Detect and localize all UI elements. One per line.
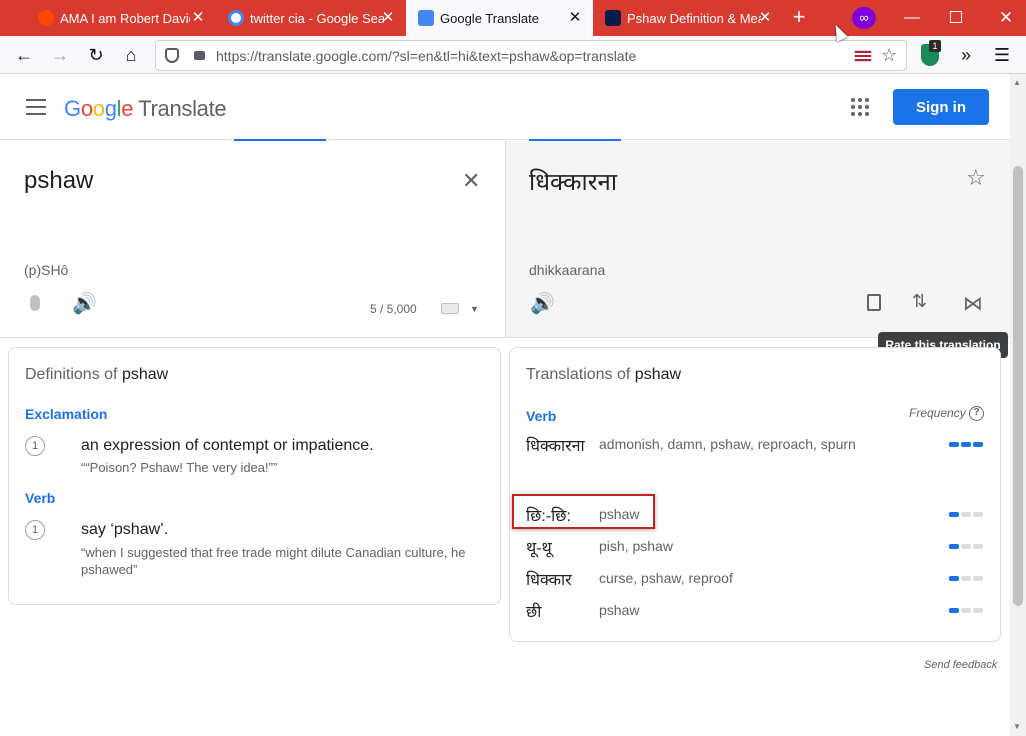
translation-synonyms[interactable]: curse, pshaw, reproof <box>599 570 733 586</box>
apps-grid-icon[interactable] <box>851 98 869 116</box>
clear-source-icon[interactable]: ✕ <box>462 168 480 194</box>
dictionary-icon <box>605 10 621 26</box>
browser-tab-dictionary[interactable]: Pshaw Definition & Mean ✕ <box>593 0 783 36</box>
reload-icon[interactable]: ↻ <box>82 41 110 69</box>
browser-nav-bar: ← → ↻ ⌂ https://translate.google.com/?sl… <box>0 36 1026 74</box>
send-feedback-link[interactable]: Send feedback <box>924 659 997 671</box>
private-browsing-icon: ∞ <box>852 7 876 29</box>
overflow-chevron-icon[interactable]: » <box>952 41 980 69</box>
maximize-icon[interactable] <box>950 11 962 23</box>
keyboard-dropdown-icon[interactable]: ▼ <box>470 304 479 314</box>
translation-synonyms[interactable]: pshaw <box>599 506 639 522</box>
home-icon[interactable]: ⌂ <box>117 41 145 69</box>
url-text[interactable]: https://translate.google.com/?sl=en&tl=h… <box>216 48 636 64</box>
definition-example: ““Poison? Pshaw! The very idea!”” <box>81 460 278 475</box>
close-tab-icon[interactable]: ✕ <box>565 8 585 28</box>
source-text-input[interactable]: pshaw <box>24 167 93 195</box>
forward-icon[interactable]: → <box>46 41 74 69</box>
frequency-label: Frequency <box>909 406 966 420</box>
keyboard-icon[interactable] <box>441 303 459 314</box>
frequency-bar <box>949 442 983 447</box>
browser-tab-reddit[interactable]: AMA I am Robert David St ✕ <box>26 0 216 36</box>
frequency-bar <box>949 512 983 517</box>
frequency-bar <box>949 544 983 549</box>
listen-source-icon[interactable]: 🔊 <box>72 291 97 316</box>
rate-translation-icon[interactable]: ⇅ <box>912 291 927 312</box>
source-pronunciation: (p)SHô <box>24 262 69 278</box>
translation-word[interactable]: धिक्कार <box>526 568 572 590</box>
definition-number: 1 <box>25 520 45 540</box>
close-tab-icon[interactable]: ✕ <box>378 8 398 28</box>
tab-title: Google Translate <box>440 10 540 26</box>
us-flag-icon[interactable] <box>854 50 872 62</box>
sign-in-button[interactable]: Sign in <box>893 89 989 125</box>
tab-title: Pshaw Definition & Mean <box>627 10 761 26</box>
translation-synonyms[interactable]: pish, pshaw <box>599 538 673 554</box>
logo-product-name: Translate <box>138 96 227 121</box>
pos-verb: Verb <box>25 490 56 506</box>
translation-word[interactable]: धिक्कारना <box>526 434 585 456</box>
frequency-help-icon[interactable]: ? <box>969 406 984 421</box>
translation-word[interactable]: छि:-छि: <box>526 504 571 526</box>
minimize-icon[interactable]: — <box>900 6 924 30</box>
new-tab-icon[interactable]: + <box>788 6 810 30</box>
main-menu-icon[interactable] <box>26 99 46 115</box>
gt-header: Google Translate Sign in <box>0 74 1010 140</box>
translation-word[interactable]: छी <box>526 600 541 622</box>
browser-tab-google-translate[interactable]: Google Translate ✕ <box>406 0 593 36</box>
listen-translation-icon[interactable]: 🔊 <box>530 291 555 316</box>
translated-text: धिक्कारना <box>529 169 618 196</box>
menu-icon[interactable]: ☰ <box>988 41 1016 69</box>
close-window-icon[interactable]: ✕ <box>994 6 1018 30</box>
copy-icon[interactable] <box>867 294 881 311</box>
extension-badge: 1 <box>929 40 941 52</box>
extension-shield-icon[interactable]: 1 <box>921 40 941 66</box>
translations-card: Translations of pshaw Verb Frequency ? ध… <box>509 347 1001 642</box>
definition-meaning: say ‘pshaw’. <box>81 521 169 538</box>
source-panel: pshaw ✕ (p)SHô 🔊 5 / 5,000 ▼ <box>0 141 505 338</box>
translation-synonyms[interactable]: pshaw <box>599 602 639 618</box>
google-translate-logo[interactable]: Google Translate <box>64 96 227 122</box>
browser-tab-google-search[interactable]: twitter cia - Google Search ✕ <box>216 0 406 36</box>
frequency-bar <box>949 576 983 581</box>
tab-title: twitter cia - Google Search <box>250 10 384 26</box>
browser-tab-strip: AMA I am Robert David St ✕ twitter cia -… <box>0 0 1026 36</box>
reddit-icon <box>38 10 54 26</box>
shield-icon[interactable] <box>165 48 179 63</box>
close-tab-icon[interactable]: ✕ <box>188 8 208 28</box>
save-translation-star-icon[interactable]: ☆ <box>966 165 986 191</box>
close-tab-icon[interactable]: ✕ <box>755 8 775 28</box>
translation-word[interactable]: थू-थू <box>526 536 552 558</box>
scrollbar-thumb[interactable] <box>1013 166 1023 606</box>
scroll-up-arrow-icon[interactable]: ▲ <box>1013 78 1021 87</box>
lock-icon[interactable] <box>194 51 205 60</box>
translations-heading: Translations of pshaw <box>526 366 682 383</box>
definitions-heading: Definitions of pshaw <box>25 366 169 383</box>
translation-synonyms[interactable]: admonish, damn, pshaw, reproach, spurn <box>599 436 856 452</box>
page-content: Google Translate Sign in pshaw ✕ (p)SHô 🔊… <box>0 74 1026 736</box>
definition-example: “when I suggested that free trade might … <box>81 545 466 577</box>
bookmark-star-icon[interactable]: ☆ <box>881 45 897 66</box>
character-count: 5 / 5,000 <box>370 302 417 316</box>
share-icon[interactable]: ⋈ <box>963 291 983 316</box>
page-scrollbar[interactable]: ▲ ▼ <box>1010 74 1026 736</box>
definition-meaning: an expression of contempt or impatience. <box>81 437 374 454</box>
tab-title: AMA I am Robert David St <box>60 10 190 26</box>
google-icon <box>228 10 244 26</box>
google-translate-icon <box>418 10 434 26</box>
scroll-down-arrow-icon[interactable]: ▼ <box>1013 722 1021 731</box>
target-panel: धिक्कारना ☆ dhikkaarana 🔊 ⇅ ⋈ <box>505 141 1010 338</box>
frequency-bar <box>949 608 983 613</box>
translations-pos-verb: Verb <box>526 408 557 424</box>
definitions-card: Definitions of pshaw Exclamation 1 an ex… <box>8 347 501 605</box>
target-romanization: dhikkaarana <box>529 262 606 278</box>
pos-exclamation: Exclamation <box>25 406 108 422</box>
url-bar[interactable]: https://translate.google.com/?sl=en&tl=h… <box>155 40 907 71</box>
back-icon[interactable]: ← <box>10 41 38 69</box>
microphone-icon[interactable] <box>30 295 40 311</box>
definition-number: 1 <box>25 436 45 456</box>
